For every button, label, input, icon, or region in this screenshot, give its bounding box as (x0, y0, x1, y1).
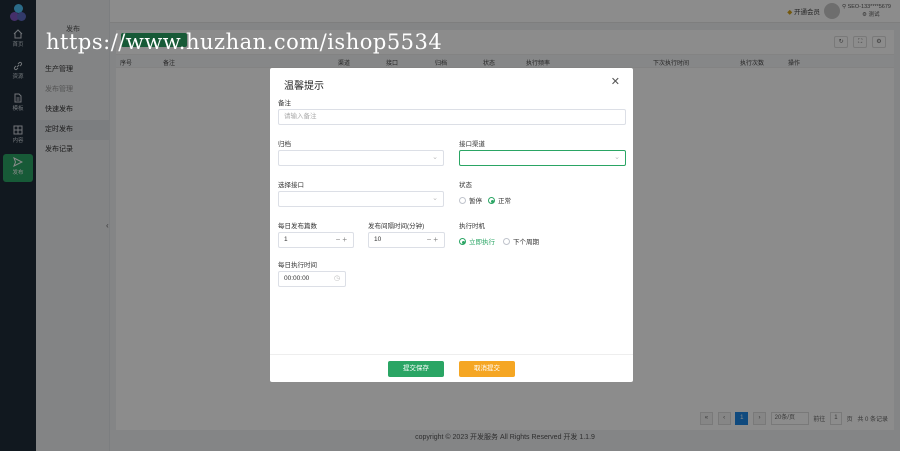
exec-radio-next-cycle[interactable]: 下个周期 (503, 236, 539, 246)
remark-label: 备注 (278, 100, 291, 107)
radio-circle (459, 197, 466, 204)
status-radio-normal[interactable]: 正常 (488, 195, 511, 205)
chevron-down-icon: ⌄ (432, 195, 438, 202)
radio-label: 正常 (498, 198, 511, 205)
clock-icon: ◷ (333, 275, 340, 282)
daily-count-value: 1 (284, 236, 288, 243)
daily-time-picker[interactable]: 00:00:00 ◷ (278, 271, 346, 287)
dialog-title: 温馨提示 (284, 81, 324, 92)
daily-count-stepper[interactable]: 1 −+ (278, 232, 354, 248)
radio-label: 下个周期 (513, 239, 539, 246)
interface-label: 选择接口 (278, 182, 304, 189)
interval-value: 10 (374, 236, 382, 243)
exec-timing-label: 执行时机 (459, 223, 485, 230)
status-radio-pause[interactable]: 暂停 (459, 195, 482, 205)
dialog-footer: 提交保存 取消提交 (270, 354, 633, 382)
close-icon[interactable]: ✕ (611, 77, 620, 88)
exec-radio-immediate[interactable]: 立即执行 (459, 236, 495, 246)
chevron-down-icon: ⌄ (614, 154, 620, 161)
cancel-button[interactable]: 取消提交 (459, 361, 515, 377)
status-label: 状态 (459, 182, 472, 189)
interval-label: 发布间隔时间(分钟) (368, 223, 425, 230)
radio-circle (503, 238, 510, 245)
channel-select[interactable]: ⌄ (459, 150, 626, 166)
remark-input[interactable]: 请输入备注 (278, 109, 626, 125)
radio-label: 暂停 (469, 198, 482, 205)
stepper-controls[interactable]: −+ (427, 233, 440, 247)
radio-circle (488, 197, 495, 204)
settings-dialog: 温馨提示 ✕ 备注 请输入备注 归档 ⌄ 接口渠道 ⌄ 选择接口 ⌄ 状态 暂停… (270, 68, 633, 382)
stepper-controls[interactable]: −+ (336, 233, 349, 247)
archive-label: 归档 (278, 141, 291, 148)
radio-label: 立即执行 (469, 239, 495, 246)
interval-stepper[interactable]: 10 −+ (368, 232, 445, 248)
daily-time-value: 00:00:00 (284, 275, 310, 282)
radio-circle (459, 238, 466, 245)
save-button[interactable]: 提交保存 (388, 361, 444, 377)
channel-label: 接口渠道 (459, 141, 485, 148)
archive-select[interactable]: ⌄ (278, 150, 444, 166)
daily-count-label: 每日发布篇数 (278, 223, 317, 230)
watermark-text: https://www.huzhan.com/ishop5534 (46, 30, 443, 54)
chevron-down-icon: ⌄ (432, 154, 438, 161)
daily-time-label: 每日执行时间 (278, 262, 317, 269)
interface-select[interactable]: ⌄ (278, 191, 444, 207)
